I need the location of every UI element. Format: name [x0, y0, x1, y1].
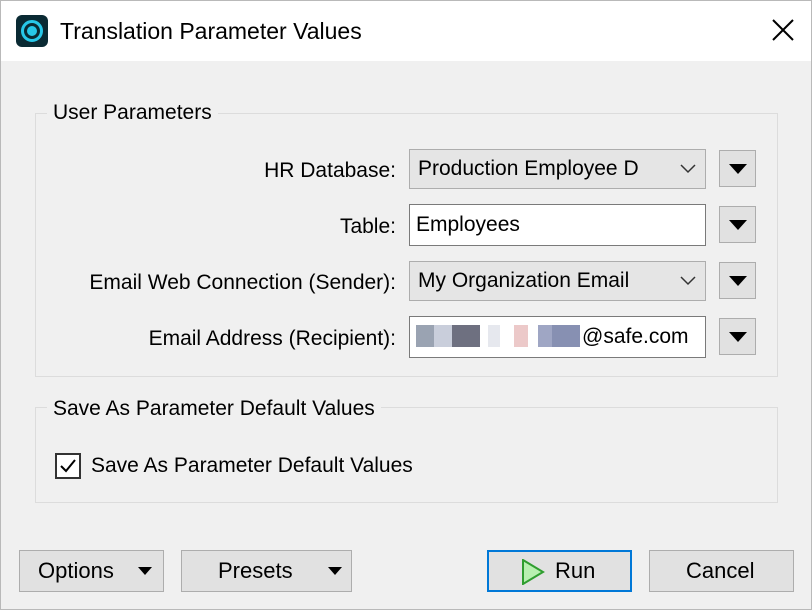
- presets-button[interactable]: Presets: [181, 550, 352, 592]
- close-button[interactable]: [753, 1, 811, 59]
- email-address-input[interactable]: @safe.com: [409, 316, 706, 358]
- close-icon: [772, 19, 794, 41]
- save-defaults-checkbox[interactable]: [55, 453, 81, 479]
- hr-database-menu-button[interactable]: [719, 150, 756, 187]
- cancel-button[interactable]: Cancel: [649, 550, 794, 592]
- app-icon: [16, 15, 48, 47]
- email-address-label: Email Address (Recipient):: [148, 327, 396, 350]
- title-bar: Translation Parameter Values: [1, 1, 811, 61]
- chevron-down-icon: [680, 276, 696, 286]
- dropdown-arrow-icon: [729, 332, 747, 342]
- run-button-label: Run: [555, 558, 596, 583]
- dropdown-arrow-icon: [729, 164, 747, 174]
- email-web-connection-label: Email Web Connection (Sender):: [89, 271, 396, 294]
- dropdown-arrow-icon: [729, 220, 747, 230]
- email-web-connection-menu-button[interactable]: [719, 262, 756, 299]
- hr-database-chevron[interactable]: [671, 150, 705, 188]
- table-label: Table:: [339, 215, 396, 238]
- user-parameters-group-label: User Parameters: [47, 100, 218, 126]
- chevron-down-icon: [680, 164, 696, 174]
- checkmark-icon: [60, 459, 76, 473]
- hr-database-combo[interactable]: Production Employee D: [409, 149, 706, 189]
- email-web-connection-value: My Organization Email: [418, 269, 630, 292]
- hr-database-value: Production Employee D: [418, 157, 639, 180]
- table-input[interactable]: Employees: [409, 204, 706, 246]
- window-title: Translation Parameter Values: [60, 18, 362, 44]
- dialog-window: Translation Parameter Values User Parame…: [0, 0, 812, 610]
- options-button-label: Options: [38, 558, 114, 583]
- save-defaults-checkbox-label[interactable]: Save As Parameter Default Values: [91, 452, 413, 480]
- redacted-email-user: [416, 324, 582, 347]
- email-address-value: @safe.com: [582, 325, 689, 348]
- table-value: Employees: [416, 213, 520, 236]
- presets-button-label: Presets: [218, 558, 293, 583]
- email-address-menu-button[interactable]: [719, 318, 756, 355]
- options-button[interactable]: Options: [19, 550, 164, 592]
- dropdown-arrow-icon: [138, 567, 152, 575]
- email-web-connection-chevron[interactable]: [671, 262, 705, 300]
- email-web-connection-combo[interactable]: My Organization Email: [409, 261, 706, 301]
- play-icon: [522, 559, 545, 585]
- app-icon-dot: [27, 26, 37, 36]
- dropdown-arrow-icon: [729, 276, 747, 286]
- dropdown-arrow-icon: [328, 567, 342, 575]
- hr-database-label: HR Database:: [264, 159, 396, 182]
- save-defaults-group-label: Save As Parameter Default Values: [47, 396, 381, 422]
- run-button[interactable]: Run: [487, 550, 632, 592]
- table-menu-button[interactable]: [719, 206, 756, 243]
- cancel-button-label: Cancel: [686, 558, 755, 583]
